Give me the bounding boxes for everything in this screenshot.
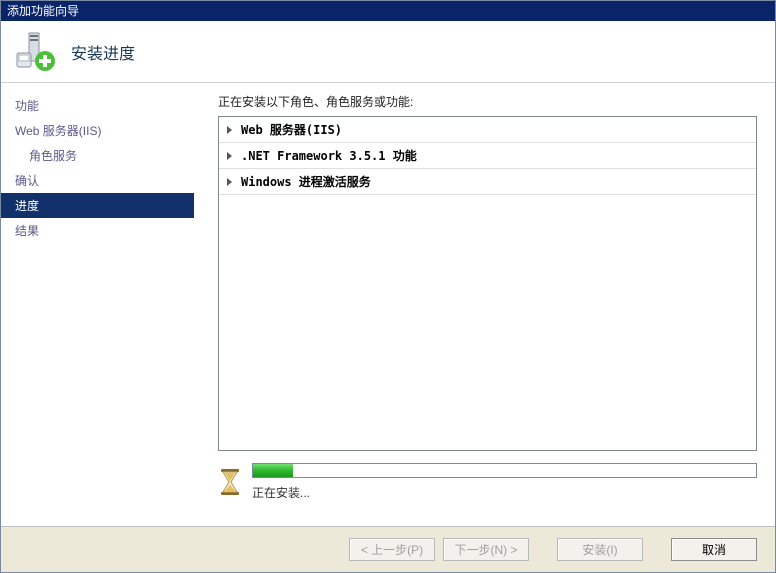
sidebar-item-3[interactable]: 确认: [1, 168, 194, 193]
progress-status: 正在安装...: [252, 484, 757, 501]
window-title: 添加功能向导: [7, 4, 79, 18]
list-item-0: Web 服务器(IIS): [219, 117, 756, 143]
hourglass-icon: [218, 468, 242, 496]
install-list: Web 服务器(IIS).NET Framework 3.5.1 功能Windo…: [218, 116, 757, 451]
sidebar: 功能Web 服务器(IIS)角色服务确认进度结果: [1, 83, 194, 526]
progress-bar: [252, 463, 757, 478]
progress-fill: [253, 464, 293, 477]
main-content: 正在安装以下角色、角色服务或功能: Web 服务器(IIS).NET Frame…: [194, 83, 775, 526]
window-titlebar: 添加功能向导: [1, 1, 775, 21]
wizard-footer: < 上一步(P) 下一步(N) > 安装(I) 取消: [1, 526, 775, 572]
sidebar-item-0[interactable]: 功能: [1, 93, 194, 118]
next-button[interactable]: 下一步(N) >: [443, 538, 529, 561]
server-icon: [15, 31, 57, 73]
cancel-button[interactable]: 取消: [671, 538, 757, 561]
wizard-header: 安装进度: [1, 21, 775, 83]
install-heading: 正在安装以下角色、角色服务或功能:: [218, 93, 757, 110]
list-item-1: .NET Framework 3.5.1 功能: [219, 143, 756, 169]
sidebar-item-4[interactable]: 进度: [1, 193, 194, 218]
progress-area: 正在安装...: [218, 463, 757, 501]
install-button[interactable]: 安装(I): [557, 538, 643, 561]
list-item-2: Windows 进程激活服务: [219, 169, 756, 195]
sidebar-item-2[interactable]: 角色服务: [1, 143, 194, 168]
page-title: 安装进度: [71, 40, 135, 64]
back-button[interactable]: < 上一步(P): [349, 538, 435, 561]
sidebar-item-1[interactable]: Web 服务器(IIS): [1, 118, 194, 143]
wizard-body: 功能Web 服务器(IIS)角色服务确认进度结果 正在安装以下角色、角色服务或功…: [1, 83, 775, 526]
sidebar-item-5[interactable]: 结果: [1, 218, 194, 243]
